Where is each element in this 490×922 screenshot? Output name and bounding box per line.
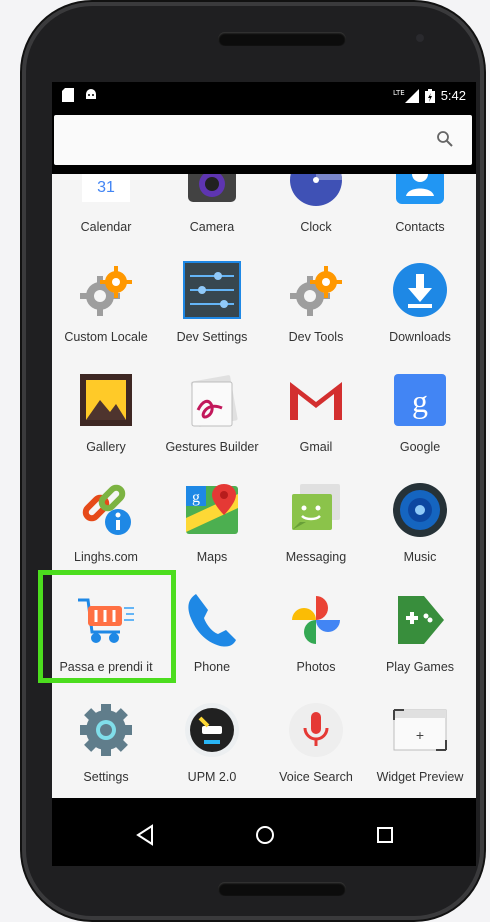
messaging-icon [292,484,340,530]
app-label: Dev Tools [288,330,344,344]
sliders-icon [183,261,241,319]
app-gmail[interactable]: Gmail [264,360,368,470]
app-music[interactable]: Music [368,470,472,580]
svg-text:+: + [416,727,424,743]
app-label: Contacts [395,220,445,234]
front-camera [416,34,424,42]
gmail-icon [290,380,342,420]
app-label: Music [403,550,437,564]
photos-icon [292,596,340,644]
app-label: Settings [83,770,129,784]
link-info-icon [82,484,131,535]
app-google[interactable]: g Google [368,360,472,470]
app-label: Downloads [389,330,451,344]
app-linghs[interactable]: Linghs.com [54,470,158,580]
app-label: Camera [189,220,235,234]
sd-card-icon [62,88,74,102]
maps-icon: g [186,484,238,534]
app-settings[interactable]: Settings [54,690,158,798]
back-icon[interactable] [130,820,160,850]
settings-icon [80,704,132,756]
app-upm[interactable]: UPM 2.0 [160,690,264,798]
app-label: Calendar [80,220,132,234]
gear-icon [290,266,342,316]
app-label: Clock [300,220,332,234]
camera-icon [188,174,236,202]
app-dev-tools[interactable]: Dev Tools [264,250,368,360]
app-label: Gallery [86,440,126,454]
app-label: Google [399,440,441,454]
signal-icon [404,88,419,103]
recents-icon[interactable] [370,820,400,850]
app-contacts[interactable]: Contacts [368,174,472,250]
gamepad-icon [398,596,444,644]
top-speaker [218,32,346,46]
app-dev-settings[interactable]: Dev Settings [160,250,264,360]
app-clock[interactable]: Clock [264,174,368,250]
app-label: Photos [296,660,336,674]
app-gallery[interactable]: Gallery [54,360,158,470]
app-photos[interactable]: Photos [264,580,368,690]
app-label: Widget Preview [376,770,464,784]
app-voice-search[interactable]: Voice Search [264,690,368,798]
app-gestures-builder[interactable]: Gestures Builder [160,360,264,470]
clock-icon [290,174,342,206]
app-label: Play Games [385,660,455,674]
app-camera[interactable]: Camera [160,174,264,250]
app-maps[interactable]: g Maps [160,470,264,580]
google-icon: g [394,374,446,426]
app-label: Voice Search [279,770,353,784]
app-play-games[interactable]: Play Games [368,580,472,690]
highlight-box [38,570,176,683]
gear-icon [80,266,132,316]
app-widget-preview[interactable]: + Widget Preview [368,690,472,798]
app-search-bar[interactable] [54,115,472,165]
svg-text:g: g [412,383,428,419]
download-icon [393,263,447,317]
app-label: Linghs.com [74,550,138,564]
app-drawer[interactable]: 31 Calendar Camera Clock Contacts Custom… [52,174,476,798]
home-icon[interactable] [250,820,280,850]
calendar-icon: 31 [82,174,130,202]
gallery-icon [80,374,132,426]
app-label: UPM 2.0 [187,770,237,784]
music-icon [393,483,447,537]
navigation-bar [52,806,476,866]
app-label: Dev Settings [176,330,248,344]
search-icon[interactable] [436,130,454,148]
app-label: Gestures Builder [165,440,259,454]
app-label: Maps [196,550,228,564]
app-label: Messaging [285,550,347,564]
contacts-icon [396,174,444,204]
gestures-icon [190,375,238,427]
status-bar: LTE 5:42 [52,82,476,110]
bottom-speaker [218,882,346,896]
app-downloads[interactable]: Downloads [368,250,472,360]
app-calendar[interactable]: 31 Calendar [54,174,158,250]
battery-icon [424,88,435,103]
svg-text:g: g [192,489,200,506]
clock-time: 5:42 [440,88,466,103]
phone-icon [188,594,236,647]
app-messaging[interactable]: Messaging [264,470,368,580]
svg-text:31: 31 [97,179,115,196]
android-icon [86,89,96,99]
widget-preview-icon: + [393,709,447,751]
app-label: Gmail [299,440,333,454]
network-type: LTE [393,88,405,97]
microphone-icon [289,703,343,757]
app-label: Custom Locale [64,330,148,344]
phone-screen: LTE 5:42 31 Calendar Camera Clock Contac… [52,82,476,866]
app-custom-locale[interactable]: Custom Locale [54,250,158,360]
upm-icon [185,703,239,757]
